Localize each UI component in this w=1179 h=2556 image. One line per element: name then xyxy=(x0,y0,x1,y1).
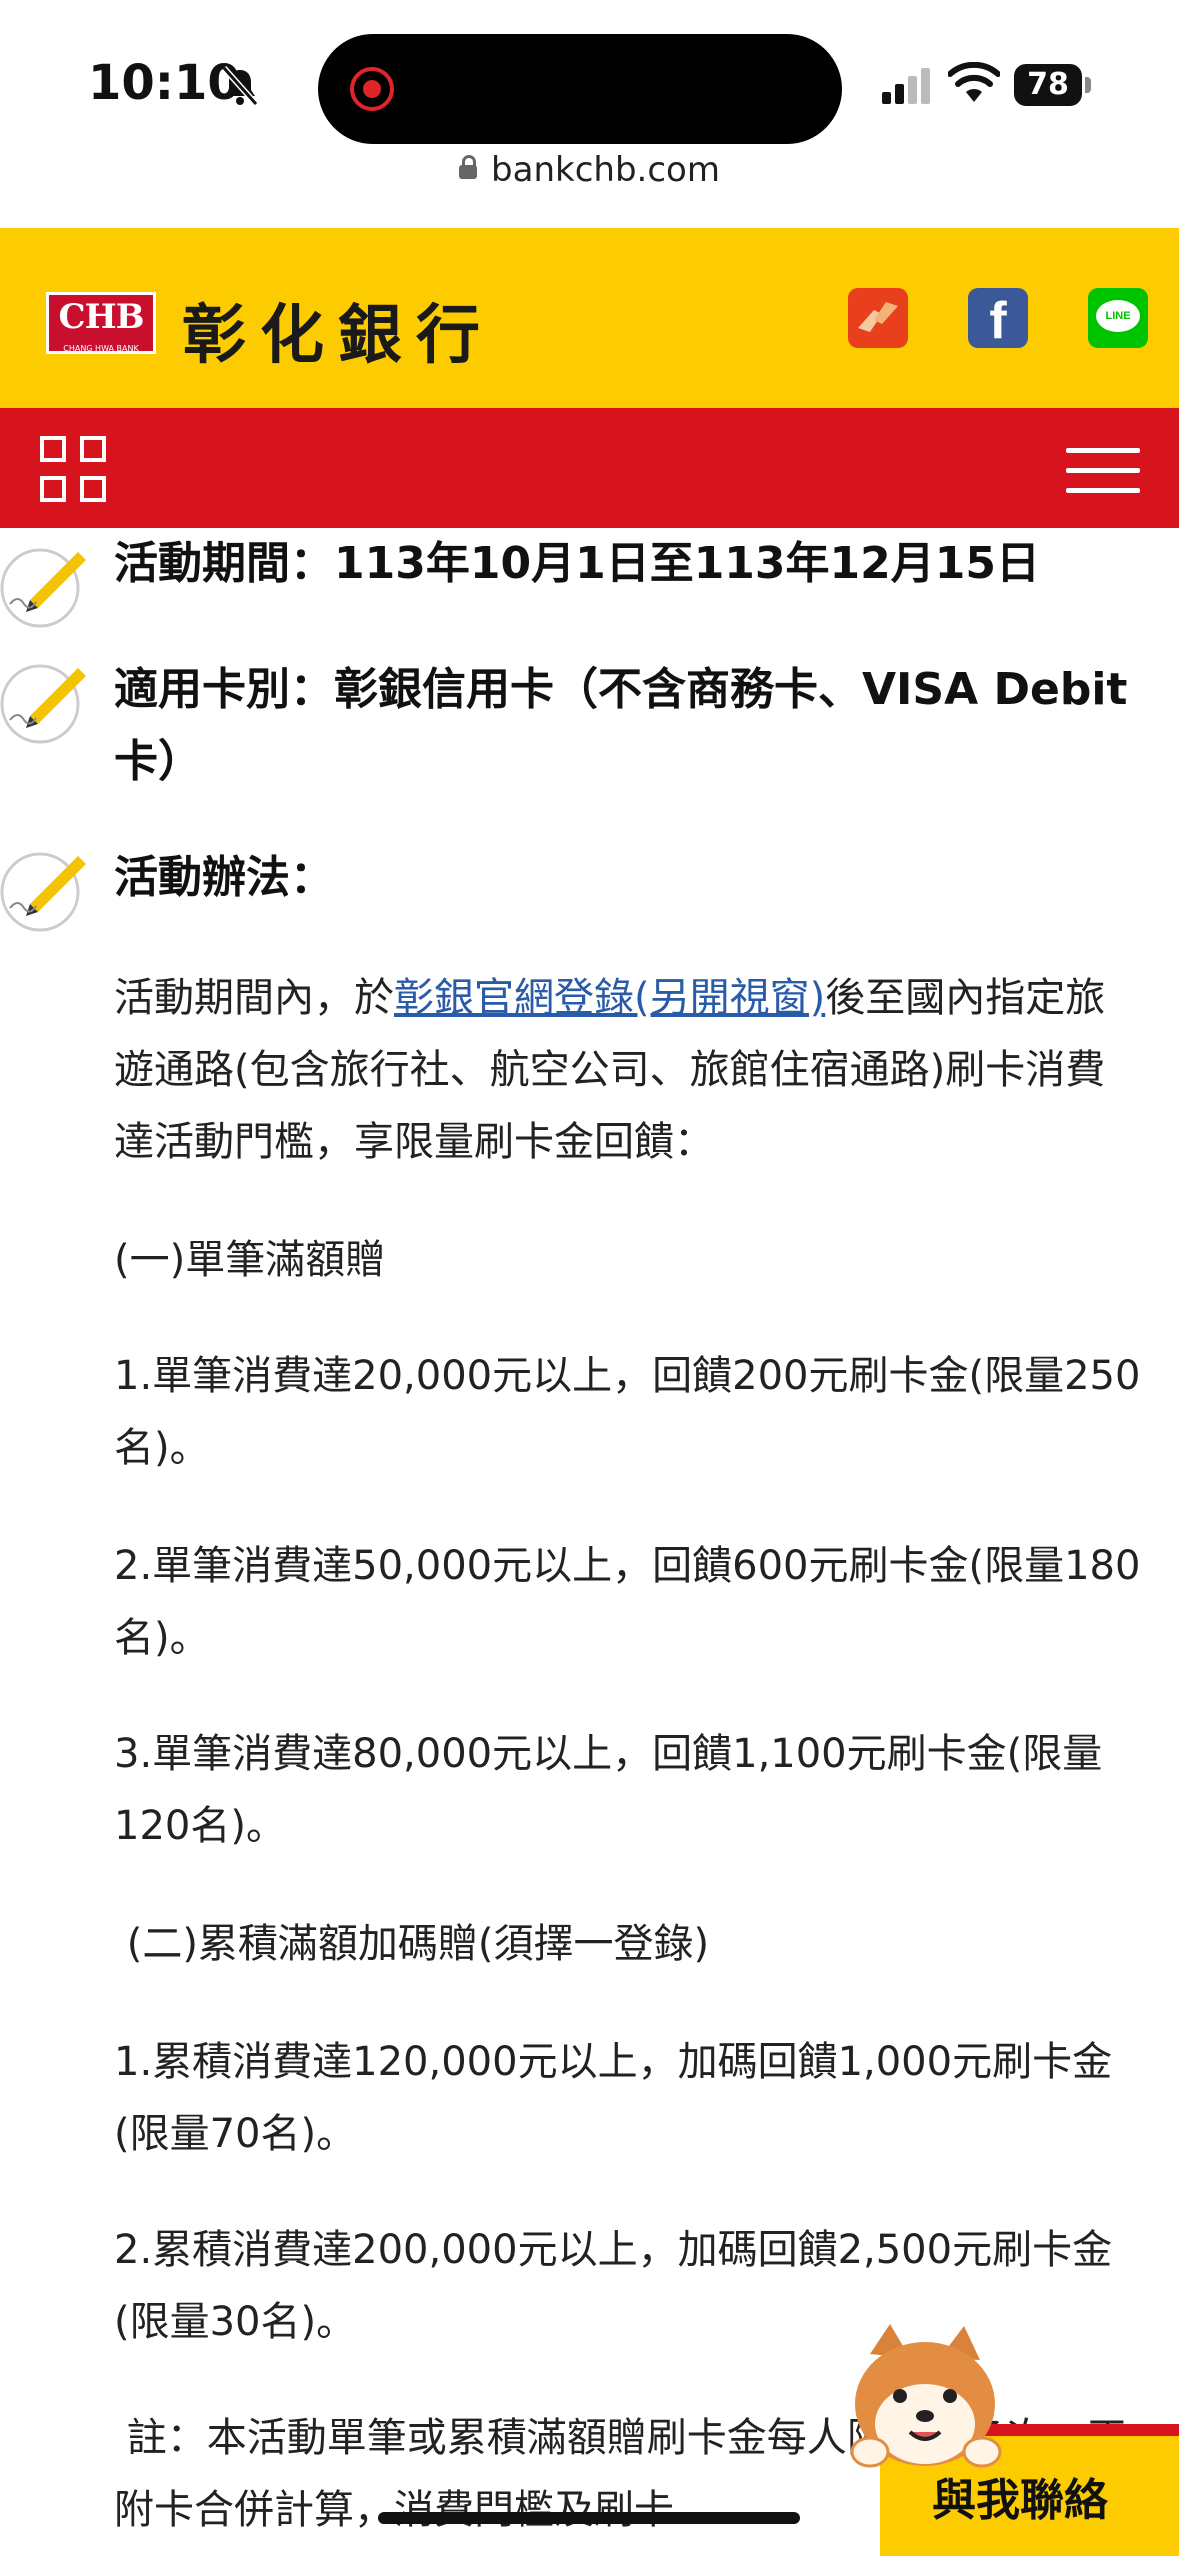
g1-item-2: 2.單筆消費達50,000元以上，回饋600元刷卡金(限量180名)。 xyxy=(114,1543,1141,1661)
dynamic-island xyxy=(318,34,842,144)
pen-icon xyxy=(0,664,86,744)
helping-hands-icon[interactable] xyxy=(848,288,908,348)
battery-icon: 78 xyxy=(1014,64,1094,106)
bank-logo[interactable]: CHB CHANG HWA BANK xyxy=(46,292,156,354)
card-type-label: 適用卡別：彰銀信用卡（不含商務卡、VISA Debit卡） xyxy=(114,664,1128,787)
wifi-icon xyxy=(948,62,1000,102)
logo-text: CHB xyxy=(58,297,145,337)
url-domain: bankchb.com xyxy=(491,150,720,190)
shiba-mascot-icon[interactable] xyxy=(840,2324,1010,2484)
intro-paragraph: 活動期間內，於彰銀官網登錄(另開視窗)後至國內指定旅遊通路(包含旅行社、航空公司… xyxy=(114,962,1144,1178)
lock-icon xyxy=(459,155,478,179)
group1-heading: (一)單筆滿額贈 xyxy=(114,1237,386,1283)
register-link[interactable]: 彰銀官網登錄(另開視窗) xyxy=(394,975,825,1021)
g1-item-1: 1.單筆消費達20,000元以上，回饋200元刷卡金(限量250名)。 xyxy=(114,1353,1141,1471)
activity-period-label: 活動期間：113年10月1日至113年12月15日 xyxy=(114,538,1040,589)
nav-bar xyxy=(0,408,1179,528)
g2-item-1: 1.累積消費達120,000元以上，加碼回饋1,000元刷卡金 (限量70名)。 xyxy=(114,2039,1113,2157)
hamburger-menu-icon[interactable] xyxy=(1066,448,1140,494)
bank-name[interactable]: 彰化銀行 xyxy=(182,284,494,376)
cellular-signal-icon xyxy=(882,68,930,104)
pen-icon xyxy=(0,852,86,932)
screen-recording-icon xyxy=(350,67,394,111)
site-header: CHB CHANG HWA BANK 彰化銀行 f LINE xyxy=(0,228,1179,408)
logo-subtext: CHANG HWA BANK xyxy=(63,344,139,353)
line-icon-label: LINE xyxy=(1096,300,1140,332)
grid-menu-icon[interactable] xyxy=(40,436,108,504)
status-bar: 10:10 78 xyxy=(0,0,1179,150)
method-label: 活動辦法： xyxy=(114,852,334,903)
url-bar[interactable]: bankchb.com xyxy=(0,150,1179,228)
line-icon[interactable]: LINE xyxy=(1088,288,1148,348)
intro-text-before: 活動期間內，於 xyxy=(114,975,394,1021)
pen-icon xyxy=(0,548,86,628)
group2-heading: (二)累積滿額加碼贈(須擇一登錄) xyxy=(114,1921,710,1967)
home-indicator[interactable] xyxy=(378,2512,800,2524)
battery-level: 78 xyxy=(1014,64,1082,106)
g1-item-3: 3.單筆消費達80,000元以上，回饋1,100元刷卡金(限量120名)。 xyxy=(114,1731,1103,1849)
facebook-icon[interactable]: f xyxy=(968,288,1028,350)
bell-muted-icon xyxy=(221,66,259,106)
